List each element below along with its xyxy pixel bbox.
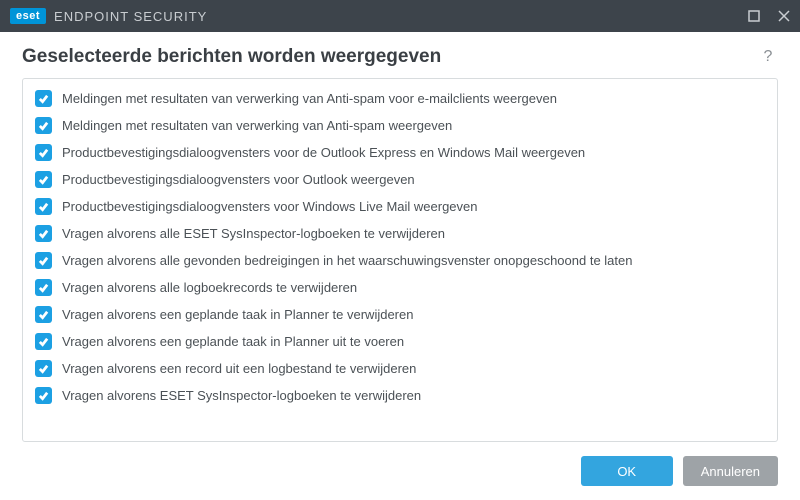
- brand-text: ENDPOINT SECURITY: [54, 9, 207, 24]
- list-item: Vragen alvorens ESET SysInspector-logboe…: [31, 382, 769, 409]
- list-item-label: Vragen alvorens alle logboekrecords te v…: [62, 280, 357, 295]
- checkbox[interactable]: [35, 144, 52, 161]
- checkbox[interactable]: [35, 198, 52, 215]
- header: Geselecteerde berichten worden weergegev…: [0, 32, 800, 78]
- footer: OK Annuleren: [0, 442, 800, 500]
- messages-list: Meldingen met resultaten van verwerking …: [22, 78, 778, 442]
- close-icon[interactable]: [776, 8, 792, 24]
- list-item: Vragen alvorens alle gevonden bedreiging…: [31, 247, 769, 274]
- messages-scroll[interactable]: Meldingen met resultaten van verwerking …: [23, 79, 777, 441]
- list-item: Productbevestigingsdialoogvensters voor …: [31, 193, 769, 220]
- list-item-label: Productbevestigingsdialoogvensters voor …: [62, 172, 415, 187]
- list-item-label: Meldingen met resultaten van verwerking …: [62, 91, 557, 106]
- ok-button[interactable]: OK: [581, 456, 673, 486]
- list-item-label: Vragen alvorens een geplande taak in Pla…: [62, 307, 413, 322]
- checkbox[interactable]: [35, 90, 52, 107]
- list-item-label: Vragen alvorens alle gevonden bedreiging…: [62, 253, 632, 268]
- minimize-icon[interactable]: [746, 8, 762, 24]
- list-item: Productbevestigingsdialoogvensters voor …: [31, 166, 769, 193]
- checkbox[interactable]: [35, 252, 52, 269]
- checkbox[interactable]: [35, 225, 52, 242]
- list-item: Vragen alvorens een record uit een logbe…: [31, 355, 769, 382]
- list-item-label: Vragen alvorens een geplande taak in Pla…: [62, 334, 404, 349]
- list-item: Meldingen met resultaten van verwerking …: [31, 85, 769, 112]
- checkbox[interactable]: [35, 387, 52, 404]
- list-item-label: Vragen alvorens een record uit een logbe…: [62, 361, 416, 376]
- list-item: Productbevestigingsdialoogvensters voor …: [31, 139, 769, 166]
- list-item-label: Vragen alvorens alle ESET SysInspector-l…: [62, 226, 445, 241]
- cancel-button[interactable]: Annuleren: [683, 456, 778, 486]
- list-item-label: Productbevestigingsdialoogvensters voor …: [62, 199, 478, 214]
- list-item: Vragen alvorens alle ESET SysInspector-l…: [31, 220, 769, 247]
- checkbox[interactable]: [35, 279, 52, 296]
- page-title: Geselecteerde berichten worden weergegev…: [22, 46, 441, 68]
- help-icon[interactable]: ?: [758, 47, 778, 67]
- checkbox[interactable]: [35, 333, 52, 350]
- list-item: Meldingen met resultaten van verwerking …: [31, 112, 769, 139]
- checkbox[interactable]: [35, 360, 52, 377]
- list-item: Vragen alvorens een geplande taak in Pla…: [31, 328, 769, 355]
- titlebar: eset ENDPOINT SECURITY: [0, 0, 800, 32]
- list-item-label: Productbevestigingsdialoogvensters voor …: [62, 145, 585, 160]
- list-item-label: Vragen alvorens ESET SysInspector-logboe…: [62, 388, 421, 403]
- list-item-label: Meldingen met resultaten van verwerking …: [62, 118, 452, 133]
- brand: eset ENDPOINT SECURITY: [10, 8, 207, 24]
- list-item: Vragen alvorens alle logboekrecords te v…: [31, 274, 769, 301]
- brand-badge: eset: [10, 8, 46, 24]
- list-item: Vragen alvorens een geplande taak in Pla…: [31, 301, 769, 328]
- checkbox[interactable]: [35, 306, 52, 323]
- window-controls: [746, 8, 792, 24]
- checkbox[interactable]: [35, 117, 52, 134]
- checkbox[interactable]: [35, 171, 52, 188]
